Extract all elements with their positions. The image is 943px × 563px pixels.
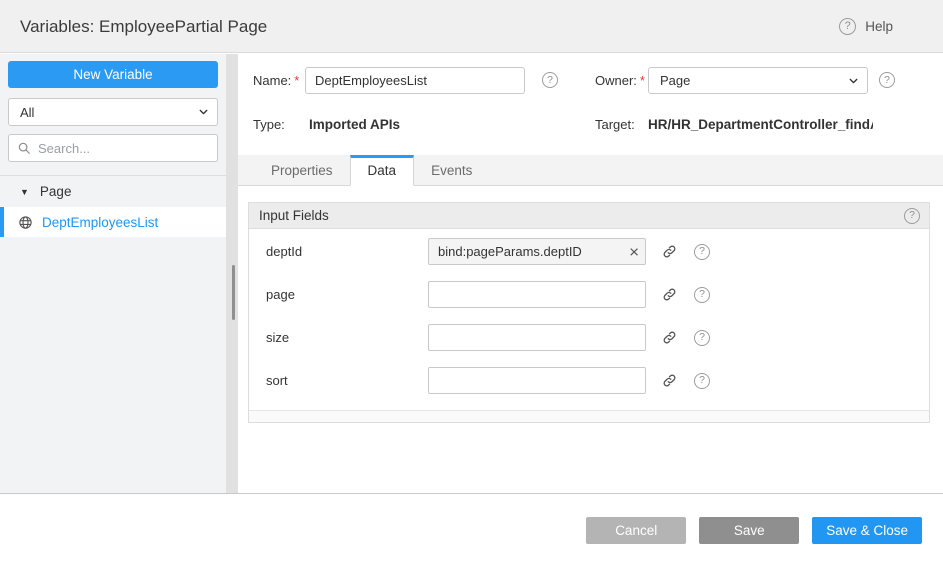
input-fields-panel-footer bbox=[249, 410, 929, 422]
input-field-help-icon[interactable]: ? bbox=[694, 373, 710, 389]
name-owner-row: Name:* ? Owner:* Page ? bbox=[253, 67, 930, 94]
owner-help-icon[interactable]: ? bbox=[879, 72, 895, 88]
input-field-label: page bbox=[266, 287, 428, 302]
input-field-value-wrap: × bbox=[428, 281, 646, 308]
input-field-row: page × ? bbox=[249, 281, 929, 308]
owner-label: Owner:* bbox=[595, 67, 645, 94]
input-fields-title: Input Fields bbox=[259, 208, 329, 223]
scrollbar-thumb[interactable] bbox=[232, 265, 235, 320]
variable-filter: All bbox=[8, 98, 218, 126]
input-fields-help-icon[interactable]: ? bbox=[904, 208, 920, 224]
input-field-value-input[interactable] bbox=[428, 238, 646, 265]
bind-link-icon[interactable] bbox=[662, 287, 677, 302]
input-field-help-icon[interactable]: ? bbox=[694, 244, 710, 260]
new-variable-button[interactable]: New Variable bbox=[8, 61, 218, 88]
save-button[interactable]: Save bbox=[699, 517, 799, 544]
input-field-label: sort bbox=[266, 373, 428, 388]
tab-bar: Properties Data Events bbox=[238, 155, 943, 186]
dialog-footer: Cancel Save Save & Close bbox=[0, 493, 943, 563]
required-asterisk: * bbox=[294, 73, 299, 88]
input-field-value-input[interactable] bbox=[428, 367, 646, 394]
variable-filter-select[interactable]: All bbox=[8, 98, 218, 126]
bind-link-icon[interactable] bbox=[662, 244, 677, 259]
triangle-down-icon: ▼ bbox=[20, 187, 29, 197]
dialog-title: Variables: EmployeePartial Page bbox=[20, 0, 267, 53]
target-label: Target: bbox=[595, 111, 635, 138]
tree-group-page[interactable]: ▼ Page bbox=[0, 176, 226, 207]
input-field-row: deptId × ? bbox=[249, 238, 929, 265]
save-and-close-button[interactable]: Save & Close bbox=[812, 517, 922, 544]
globe-icon bbox=[18, 215, 33, 230]
input-fields-header: Input Fields ? bbox=[249, 203, 929, 229]
search-icon bbox=[17, 141, 31, 155]
name-label: Name:* bbox=[253, 67, 299, 94]
input-field-value-input[interactable] bbox=[428, 324, 646, 351]
input-fields-panel: Input Fields ? deptId × ? page × ? size … bbox=[248, 202, 930, 423]
input-field-row: sort × ? bbox=[249, 367, 929, 394]
input-field-help-icon[interactable]: ? bbox=[694, 287, 710, 303]
type-target-row: Type: Imported APIs Target: HR/HR_Depart… bbox=[253, 111, 930, 138]
tree-item-deptemployeeslist[interactable]: DeptEmployeesList bbox=[0, 207, 226, 237]
help-label: Help bbox=[865, 19, 893, 34]
input-field-label: deptId bbox=[266, 244, 428, 259]
type-label: Type: bbox=[253, 111, 285, 138]
target-value: HR/HR_DepartmentController_findAss… bbox=[648, 111, 873, 138]
input-field-value-wrap: × bbox=[428, 238, 646, 265]
input-fields-body: deptId × ? page × ? size × ? sort bbox=[249, 229, 929, 394]
bind-link-icon[interactable] bbox=[662, 373, 677, 388]
tab-events[interactable]: Events bbox=[414, 155, 489, 185]
input-field-help-icon[interactable]: ? bbox=[694, 330, 710, 346]
input-field-value-input[interactable] bbox=[428, 281, 646, 308]
required-asterisk: * bbox=[640, 73, 645, 88]
search-box bbox=[8, 134, 218, 162]
cancel-button[interactable]: Cancel bbox=[586, 517, 686, 544]
help-link[interactable]: ? Help bbox=[839, 0, 893, 53]
help-icon: ? bbox=[839, 18, 856, 35]
owner-select[interactable]: Page bbox=[648, 67, 868, 94]
variables-tree: ▼ Page DeptEmployeesList bbox=[0, 175, 226, 237]
search-input[interactable] bbox=[38, 141, 209, 156]
type-value: Imported APIs bbox=[309, 111, 400, 138]
input-field-label: size bbox=[266, 330, 428, 345]
panel-splitter[interactable] bbox=[226, 54, 238, 493]
dialog-header: Variables: EmployeePartial Page ? Help bbox=[0, 0, 943, 53]
tree-group-label: Page bbox=[40, 184, 72, 199]
variables-sidebar: New Variable All ▼ Page DeptEmployeesLis… bbox=[0, 54, 226, 493]
bind-link-icon[interactable] bbox=[662, 330, 677, 345]
input-field-value-wrap: × bbox=[428, 367, 646, 394]
input-field-row: size × ? bbox=[249, 324, 929, 351]
input-field-value-wrap: × bbox=[428, 324, 646, 351]
variable-editor: Name:* ? Owner:* Page ? Type: Imported A… bbox=[238, 54, 943, 493]
name-help-icon[interactable]: ? bbox=[542, 72, 558, 88]
tree-item-label: DeptEmployeesList bbox=[42, 215, 158, 230]
action-buttons: Cancel Save Save & Close bbox=[586, 517, 922, 544]
clear-binding-icon[interactable]: × bbox=[625, 243, 643, 260]
variable-name-input[interactable] bbox=[305, 67, 525, 94]
owner-select-wrap: Page bbox=[648, 67, 868, 94]
tab-data[interactable]: Data bbox=[350, 155, 415, 186]
tab-properties[interactable]: Properties bbox=[254, 155, 350, 185]
